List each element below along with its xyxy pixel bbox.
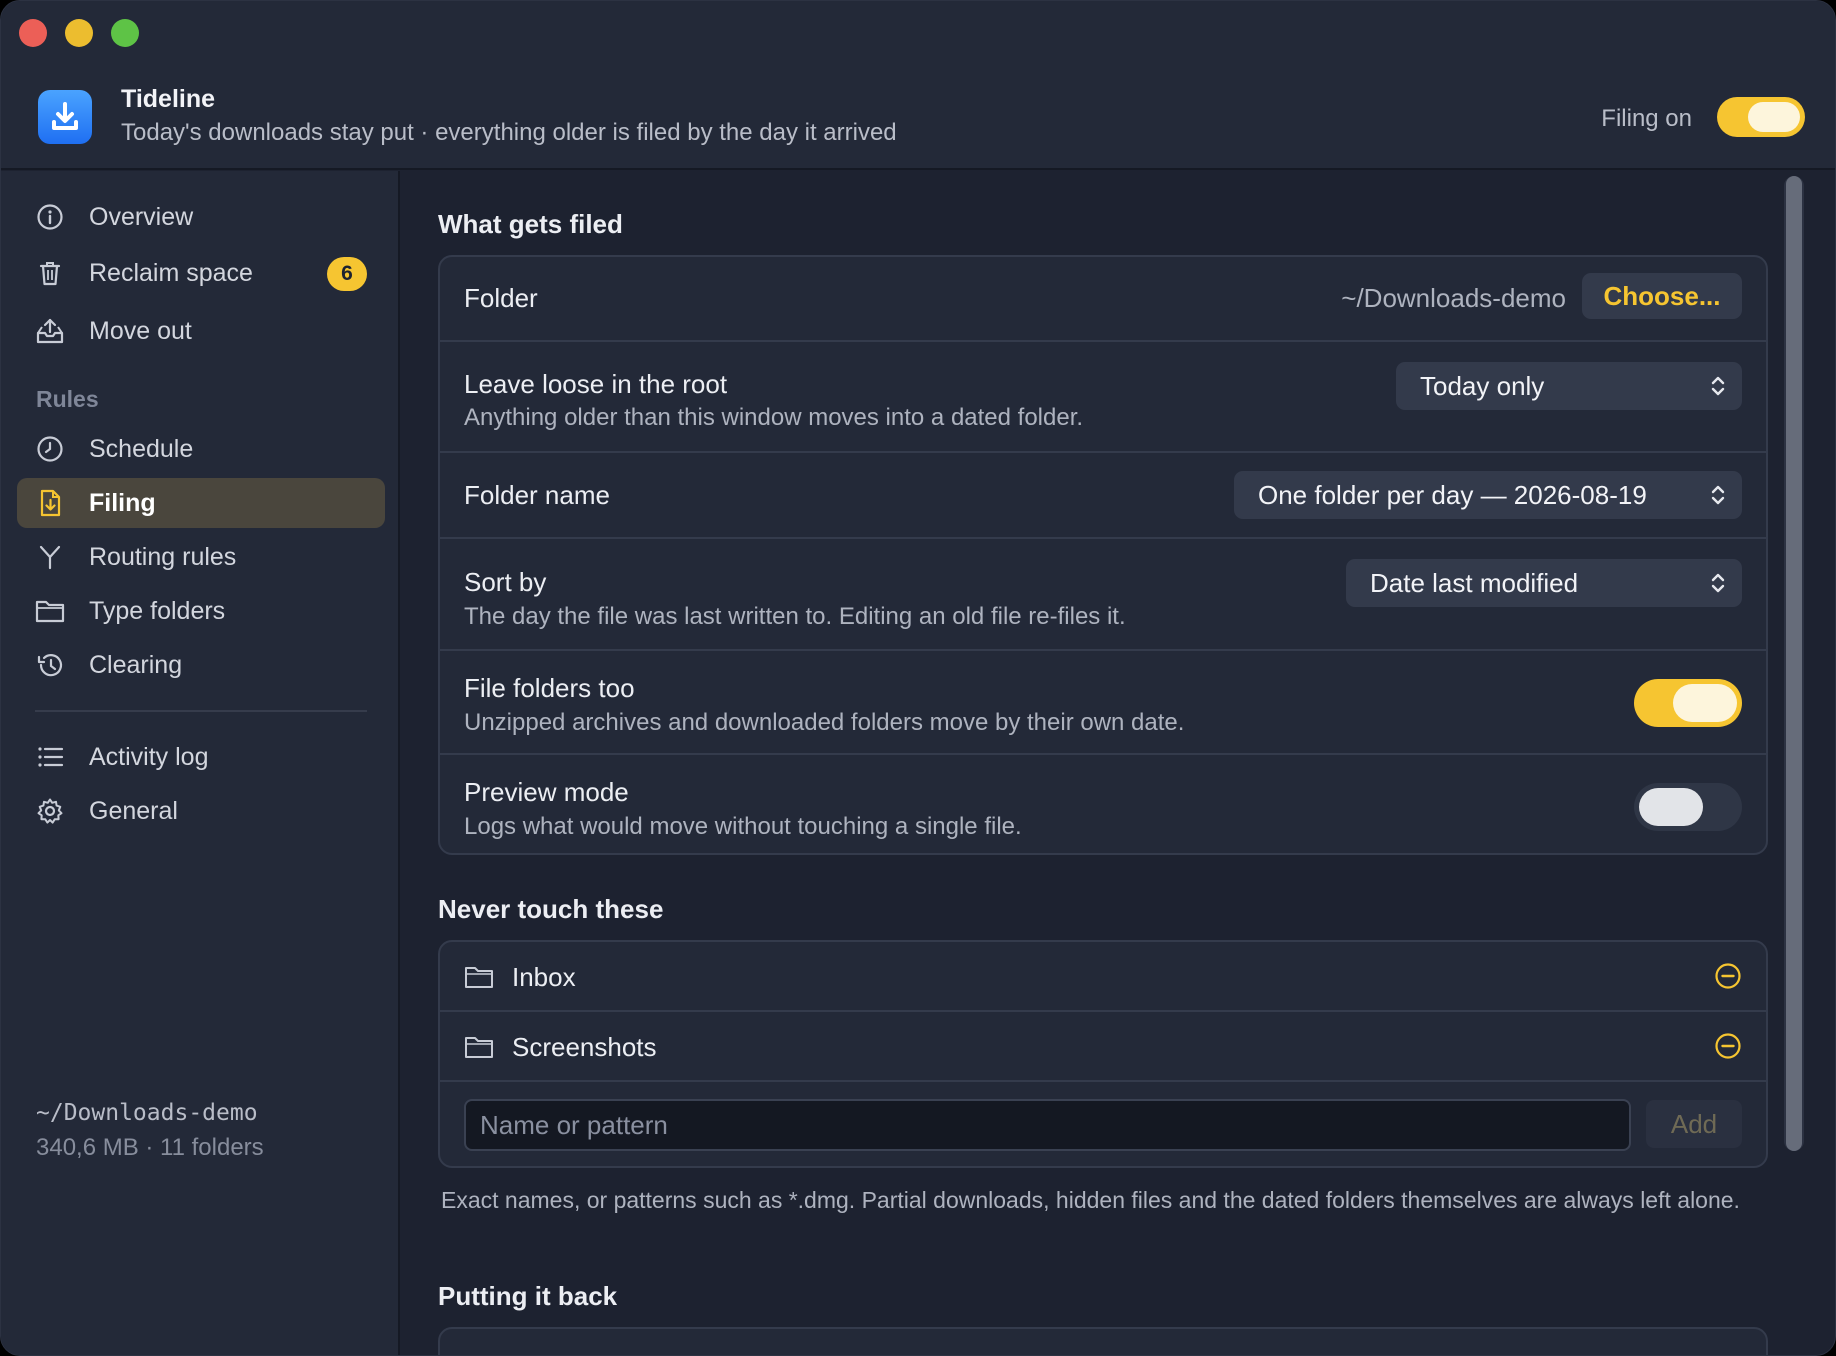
sort-by-row: Sort by The day the file was last writte… xyxy=(440,539,1766,651)
sidebar-item-clearing[interactable]: Clearing xyxy=(17,640,385,690)
sidebar-item-general[interactable]: General xyxy=(17,786,385,836)
sidebar-item-label: Schedule xyxy=(89,434,194,463)
updown-chevron-icon xyxy=(1711,376,1725,396)
minimize-window-button[interactable] xyxy=(65,19,93,47)
add-pattern-button[interactable]: Add xyxy=(1646,1100,1742,1148)
sort-by-select[interactable]: Date last modified xyxy=(1346,559,1742,607)
sidebar-item-activity-log[interactable]: Activity log xyxy=(17,732,385,782)
rules-section-heading: Rules xyxy=(36,386,99,412)
remove-circle-icon[interactable] xyxy=(1714,1032,1742,1060)
exclusion-note: Exact names, or patterns such as *.dmg. … xyxy=(441,1187,1740,1213)
sidebar-item-schedule[interactable]: Schedule xyxy=(17,424,385,474)
sidebar-item-reclaim-space[interactable]: Reclaim space 6 xyxy=(17,248,385,298)
preview-mode-desc: Logs what would move without touching a … xyxy=(464,813,1022,840)
choose-folder-button[interactable]: Choose... xyxy=(1582,273,1742,319)
what-gets-filed-card: Folder ~/Downloads-demo Choose... Leave … xyxy=(438,255,1768,855)
folder-icon xyxy=(465,967,493,988)
window-controls xyxy=(19,19,139,47)
sidebar-item-label: General xyxy=(89,796,178,825)
never-touch-heading: Never touch these xyxy=(438,894,664,924)
file-folders-toggle[interactable] xyxy=(1634,679,1742,727)
sidebar-divider xyxy=(35,710,367,712)
sidebar-item-label: Filing xyxy=(89,488,156,517)
tray-upload-icon xyxy=(35,316,65,346)
preview-mode-row: Preview mode Logs what would move withou… xyxy=(440,755,1766,853)
folder-row-title: Folder xyxy=(464,283,538,313)
sidebar-item-label: Clearing xyxy=(89,650,183,679)
scrollbar-thumb[interactable] xyxy=(1786,176,1802,1151)
sidebar-footer-path: ~/Downloads-demo xyxy=(36,1100,258,1126)
app-window: Tideline Today's downloads stay put · ev… xyxy=(0,0,1836,1356)
sidebar-item-label: Type folders xyxy=(89,596,226,625)
filing-on-label: Filing on xyxy=(1601,105,1692,132)
folder-row: Folder ~/Downloads-demo Choose... xyxy=(440,257,1766,342)
sort-by-title: Sort by xyxy=(464,567,547,597)
leave-loose-value: Today only xyxy=(1420,370,1545,401)
file-folders-desc: Unzipped archives and downloaded folders… xyxy=(464,709,1185,736)
folder-path-value: ~/Downloads-demo xyxy=(1341,283,1566,313)
what-gets-filed-heading: What gets filed xyxy=(438,209,623,239)
folder-name-row: Folder name One folder per day — 2026-08… xyxy=(440,453,1766,539)
sidebar-item-label: Overview xyxy=(89,202,194,231)
pattern-input[interactable] xyxy=(464,1099,1631,1151)
sidebar-footer-stats: 340,6 MB · 11 folders xyxy=(36,1134,264,1161)
app-download-icon xyxy=(38,90,92,144)
leave-loose-row: Leave loose in the root Anything older t… xyxy=(440,342,1766,453)
sort-by-value: Date last modified xyxy=(1370,567,1579,598)
document-download-icon xyxy=(35,488,65,518)
preview-mode-toggle[interactable] xyxy=(1634,783,1742,831)
folder-name-title: Folder name xyxy=(464,480,610,510)
sidebar-item-routing-rules[interactable]: Routing rules xyxy=(17,532,385,582)
sidebar-item-label: Reclaim space xyxy=(89,258,253,287)
preview-mode-title: Preview mode xyxy=(464,777,629,807)
putting-back-card xyxy=(438,1327,1768,1355)
folder-name-value: One folder per day — 2026-08-19 xyxy=(1258,479,1647,510)
app-subtitle: Today's downloads stay put · everything … xyxy=(121,119,897,146)
close-window-button[interactable] xyxy=(19,19,47,47)
exclusion-row: Inbox xyxy=(440,942,1766,1012)
sort-by-desc: The day the file was last written to. Ed… xyxy=(464,603,1126,630)
folder-name-select[interactable]: One folder per day — 2026-08-19 xyxy=(1234,471,1742,519)
exclusion-name: Inbox xyxy=(512,962,576,992)
updown-chevron-icon xyxy=(1711,573,1725,593)
updown-chevron-icon xyxy=(1711,485,1725,505)
gear-icon xyxy=(35,796,65,826)
sidebar-item-label: Move out xyxy=(89,316,192,345)
sidebar-item-label: Routing rules xyxy=(89,542,237,571)
sidebar-item-label: Activity log xyxy=(89,742,209,771)
remove-circle-icon[interactable] xyxy=(1714,962,1742,990)
zoom-window-button[interactable] xyxy=(111,19,139,47)
sidebar-item-overview[interactable]: Overview xyxy=(17,192,385,242)
sidebar: Overview Reclaim space 6 Move out Rules … xyxy=(1,171,400,1355)
trash-icon xyxy=(35,258,65,288)
sidebar-item-filing[interactable]: Filing xyxy=(17,478,385,528)
reclaim-count-badge: 6 xyxy=(327,257,367,291)
folder-icon xyxy=(35,596,65,626)
filing-on-toggle[interactable] xyxy=(1717,97,1805,137)
app-title: Tideline xyxy=(121,85,216,113)
never-touch-card: Inbox Screenshots Add xyxy=(438,940,1768,1168)
main-content: What gets filed Folder ~/Downloads-demo … xyxy=(402,171,1807,1355)
leave-loose-title: Leave loose in the root xyxy=(464,369,728,399)
leave-loose-desc: Anything older than this window moves in… xyxy=(464,404,1084,431)
sidebar-item-move-out[interactable]: Move out xyxy=(17,306,385,356)
scrollbar[interactable] xyxy=(1784,176,1804,1151)
sidebar-item-type-folders[interactable]: Type folders xyxy=(17,586,385,636)
putting-back-heading: Putting it back xyxy=(438,1281,618,1311)
folder-icon xyxy=(465,1037,493,1058)
exclusion-name: Screenshots xyxy=(512,1032,657,1062)
clock-icon xyxy=(35,434,65,464)
history-icon xyxy=(35,650,65,680)
fork-icon xyxy=(35,542,65,572)
list-icon xyxy=(35,742,65,772)
exclusion-row: Screenshots xyxy=(440,1012,1766,1082)
file-folders-row: File folders too Unzipped archives and d… xyxy=(440,651,1766,755)
title-bar: Tideline Today's downloads stay put · ev… xyxy=(1,1,1835,170)
info-icon xyxy=(35,202,65,232)
leave-loose-select[interactable]: Today only xyxy=(1396,362,1742,410)
file-folders-title: File folders too xyxy=(464,673,635,703)
